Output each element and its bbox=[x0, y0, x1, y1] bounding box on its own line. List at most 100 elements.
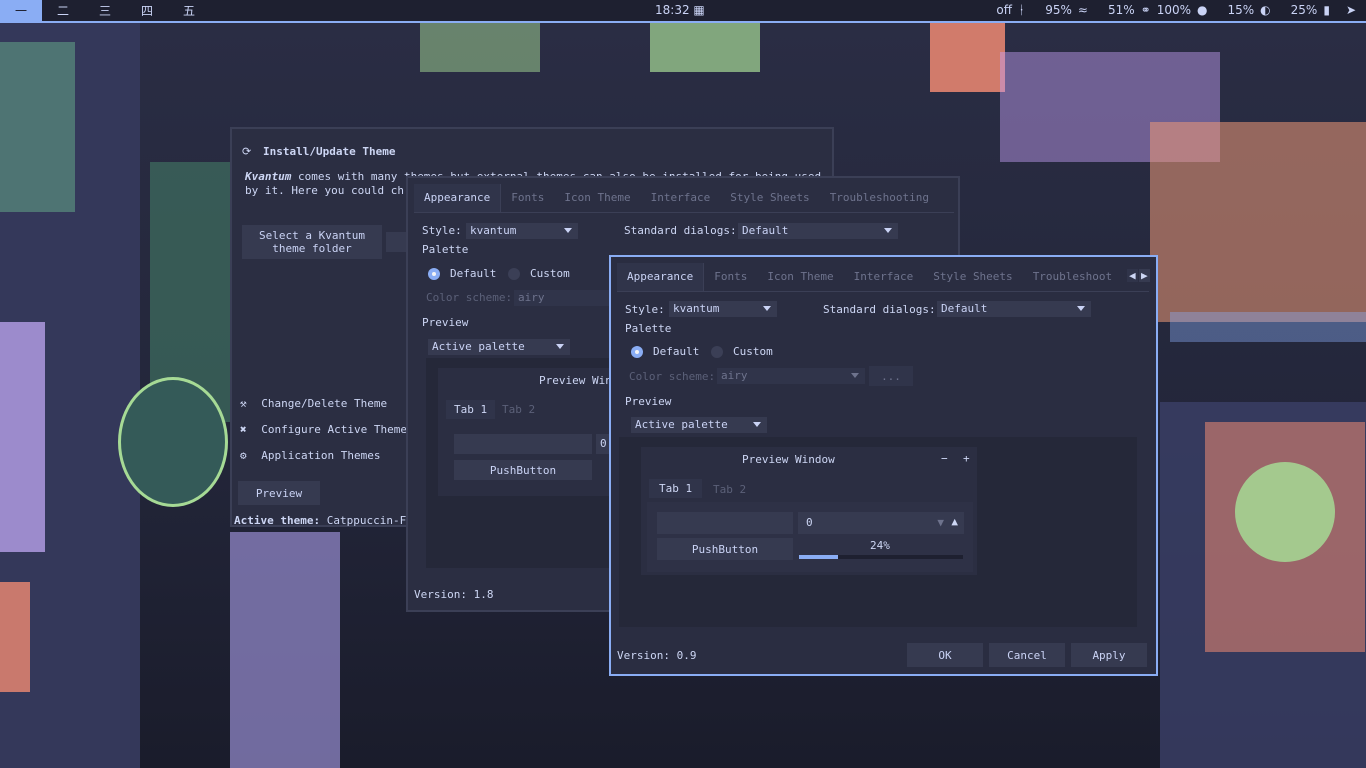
default-radio[interactable] bbox=[428, 268, 440, 280]
preview-window-front: Appearance Fonts Icon Theme Interface St… bbox=[609, 255, 1158, 676]
clock[interactable]: 18:32 ▦ bbox=[655, 3, 705, 17]
active-palette-value: Active palette bbox=[432, 340, 525, 353]
style-combo[interactable]: kvantum bbox=[466, 223, 578, 239]
chevron-down-icon bbox=[556, 344, 564, 349]
spin-down-icon[interactable]: ▼ bbox=[937, 516, 944, 529]
custom-radio[interactable] bbox=[508, 268, 520, 280]
wifi-status[interactable]: 95% bbox=[1045, 3, 1072, 17]
default-label: Default bbox=[450, 267, 497, 280]
tab-appearance[interactable]: Appearance bbox=[414, 184, 502, 212]
chevron-down-icon bbox=[753, 422, 761, 427]
workspace-1[interactable]: 一 bbox=[0, 0, 42, 21]
progress-track bbox=[799, 555, 963, 559]
cancel-button[interactable]: Cancel bbox=[989, 643, 1065, 667]
nav-application-themes[interactable]: ⚙ Application Themes bbox=[240, 449, 380, 462]
bluetooth-status[interactable]: off bbox=[996, 3, 1012, 17]
nav-label: Change/Delete Theme bbox=[261, 397, 388, 410]
active-palette-value: Active palette bbox=[635, 418, 728, 431]
style-label: Style: bbox=[422, 224, 462, 237]
version-label: Version: 0.9 bbox=[617, 649, 697, 662]
select-theme-folder-button[interactable]: Select a Kvantum theme folder bbox=[242, 225, 382, 259]
tab-troubleshoot[interactable]: Troubleshoot bbox=[1023, 263, 1122, 291]
maximize-button[interactable]: + bbox=[963, 452, 970, 465]
tab-style-sheets[interactable]: Style Sheets bbox=[720, 184, 819, 212]
tools-icon: ⚒ bbox=[240, 397, 247, 410]
workspace-4[interactable]: 四 bbox=[126, 0, 168, 21]
preview-window-title: Preview Win bbox=[539, 374, 612, 387]
bluetooth-icon: ᛂ bbox=[1018, 3, 1026, 17]
chevron-down-icon bbox=[763, 306, 771, 311]
version-label: Version: 1.8 bbox=[414, 588, 494, 601]
color-scheme-value: airy bbox=[721, 369, 748, 382]
tab-scroll-right-icon[interactable]: ▶ bbox=[1139, 269, 1150, 282]
calendar-icon: ▦ bbox=[693, 3, 705, 17]
preview-window-title: Preview Window bbox=[742, 453, 835, 466]
apply-button[interactable]: Apply bbox=[1071, 643, 1147, 667]
std-dialogs-label: Standard dialogs: bbox=[823, 303, 936, 316]
std-dialogs-combo[interactable]: Default bbox=[738, 223, 898, 239]
palette-heading: Palette bbox=[422, 243, 469, 256]
preview-spinbox[interactable]: 0 ▼ ▲ bbox=[798, 512, 964, 534]
workspace-3[interactable]: 三 bbox=[84, 0, 126, 21]
std-dialogs-label: Standard dialogs: bbox=[624, 224, 737, 237]
preview-line-edit[interactable] bbox=[657, 512, 793, 534]
install-button[interactable] bbox=[386, 232, 408, 252]
nav-change-delete[interactable]: ⚒ Change/Delete Theme bbox=[240, 397, 387, 410]
headphones-icon: ⚭ bbox=[1140, 3, 1151, 17]
tab-fonts[interactable]: Fonts bbox=[501, 184, 554, 212]
workspace-5[interactable]: 五 bbox=[168, 0, 210, 21]
refresh-icon: ⟳ bbox=[242, 145, 252, 158]
tab-icon-theme[interactable]: Icon Theme bbox=[554, 184, 640, 212]
wifi-icon: ≈ bbox=[1077, 3, 1088, 17]
preview-heading: Preview bbox=[422, 316, 469, 329]
preview-tab-1[interactable]: Tab 1 bbox=[649, 479, 703, 498]
style-combo[interactable]: kvantum bbox=[669, 301, 777, 317]
wrench-icon: ✖ bbox=[240, 423, 247, 436]
tab-appearance[interactable]: Appearance bbox=[617, 263, 705, 291]
style-value: kvantum bbox=[673, 302, 720, 315]
tab-scroll-left-icon[interactable]: ◀ bbox=[1127, 269, 1138, 282]
preview-tab-2[interactable]: Tab 2 bbox=[502, 403, 535, 416]
style-value: kvantum bbox=[470, 224, 517, 237]
workspace-2[interactable]: 二 bbox=[42, 0, 84, 21]
style-label: Style: bbox=[625, 303, 665, 316]
battery-level[interactable]: 25% bbox=[1291, 3, 1318, 17]
preview-tab-1[interactable]: Tab 1 bbox=[446, 400, 496, 419]
color-scheme-combo: airy bbox=[514, 290, 614, 306]
minimize-button[interactable]: − bbox=[941, 452, 948, 465]
nav-label: Application Themes bbox=[261, 449, 381, 462]
preview-button[interactable]: Preview bbox=[238, 481, 320, 505]
progress-text: 24% bbox=[870, 539, 890, 552]
spin-up-icon[interactable]: ▲ bbox=[951, 515, 958, 528]
headphones-volume[interactable]: 51% bbox=[1108, 3, 1135, 17]
tab-fonts[interactable]: Fonts bbox=[704, 263, 757, 291]
default-radio[interactable] bbox=[631, 346, 643, 358]
color-scheme-label: Color scheme: bbox=[629, 370, 716, 383]
custom-radio[interactable] bbox=[711, 346, 723, 358]
spin-value: 0 bbox=[806, 516, 813, 529]
gear-icon: ⚙ bbox=[240, 449, 247, 462]
active-theme-label: Active theme: bbox=[234, 514, 321, 527]
std-dialogs-combo[interactable]: Default bbox=[937, 301, 1091, 317]
kvantum-brand: Kvantum bbox=[245, 170, 292, 183]
ok-button[interactable]: OK bbox=[907, 643, 983, 667]
tab-troubleshooting[interactable]: Troubleshooting bbox=[820, 184, 939, 212]
brightness-level[interactable]: 15% bbox=[1228, 3, 1255, 17]
preview-pushbutton[interactable]: PushButton bbox=[454, 460, 592, 480]
preview-pushbutton[interactable]: PushButton bbox=[657, 538, 793, 560]
system-tray: off ᛂ 95% ≈ 51% ⚭ 100% ● 15% ◐ 25% ▮ ➤ bbox=[996, 3, 1356, 17]
send-icon[interactable]: ➤ bbox=[1346, 3, 1356, 17]
preview-tab-2[interactable]: Tab 2 bbox=[713, 483, 746, 496]
preview-line-edit[interactable] bbox=[454, 434, 592, 454]
active-palette-combo[interactable]: Active palette bbox=[428, 339, 570, 355]
active-palette-combo[interactable]: Active palette bbox=[631, 417, 767, 433]
tab-icon-theme[interactable]: Icon Theme bbox=[757, 263, 843, 291]
custom-label: Custom bbox=[530, 267, 570, 280]
tab-style-sheets[interactable]: Style Sheets bbox=[923, 263, 1022, 291]
tab-interface[interactable]: Interface bbox=[844, 263, 924, 291]
nav-configure-active[interactable]: ✖ Configure Active Theme bbox=[240, 423, 407, 436]
tab-interface[interactable]: Interface bbox=[641, 184, 721, 212]
mic-volume[interactable]: 100% bbox=[1157, 3, 1191, 17]
chevron-down-icon bbox=[1077, 306, 1085, 311]
color-scheme-value: airy bbox=[518, 291, 545, 304]
